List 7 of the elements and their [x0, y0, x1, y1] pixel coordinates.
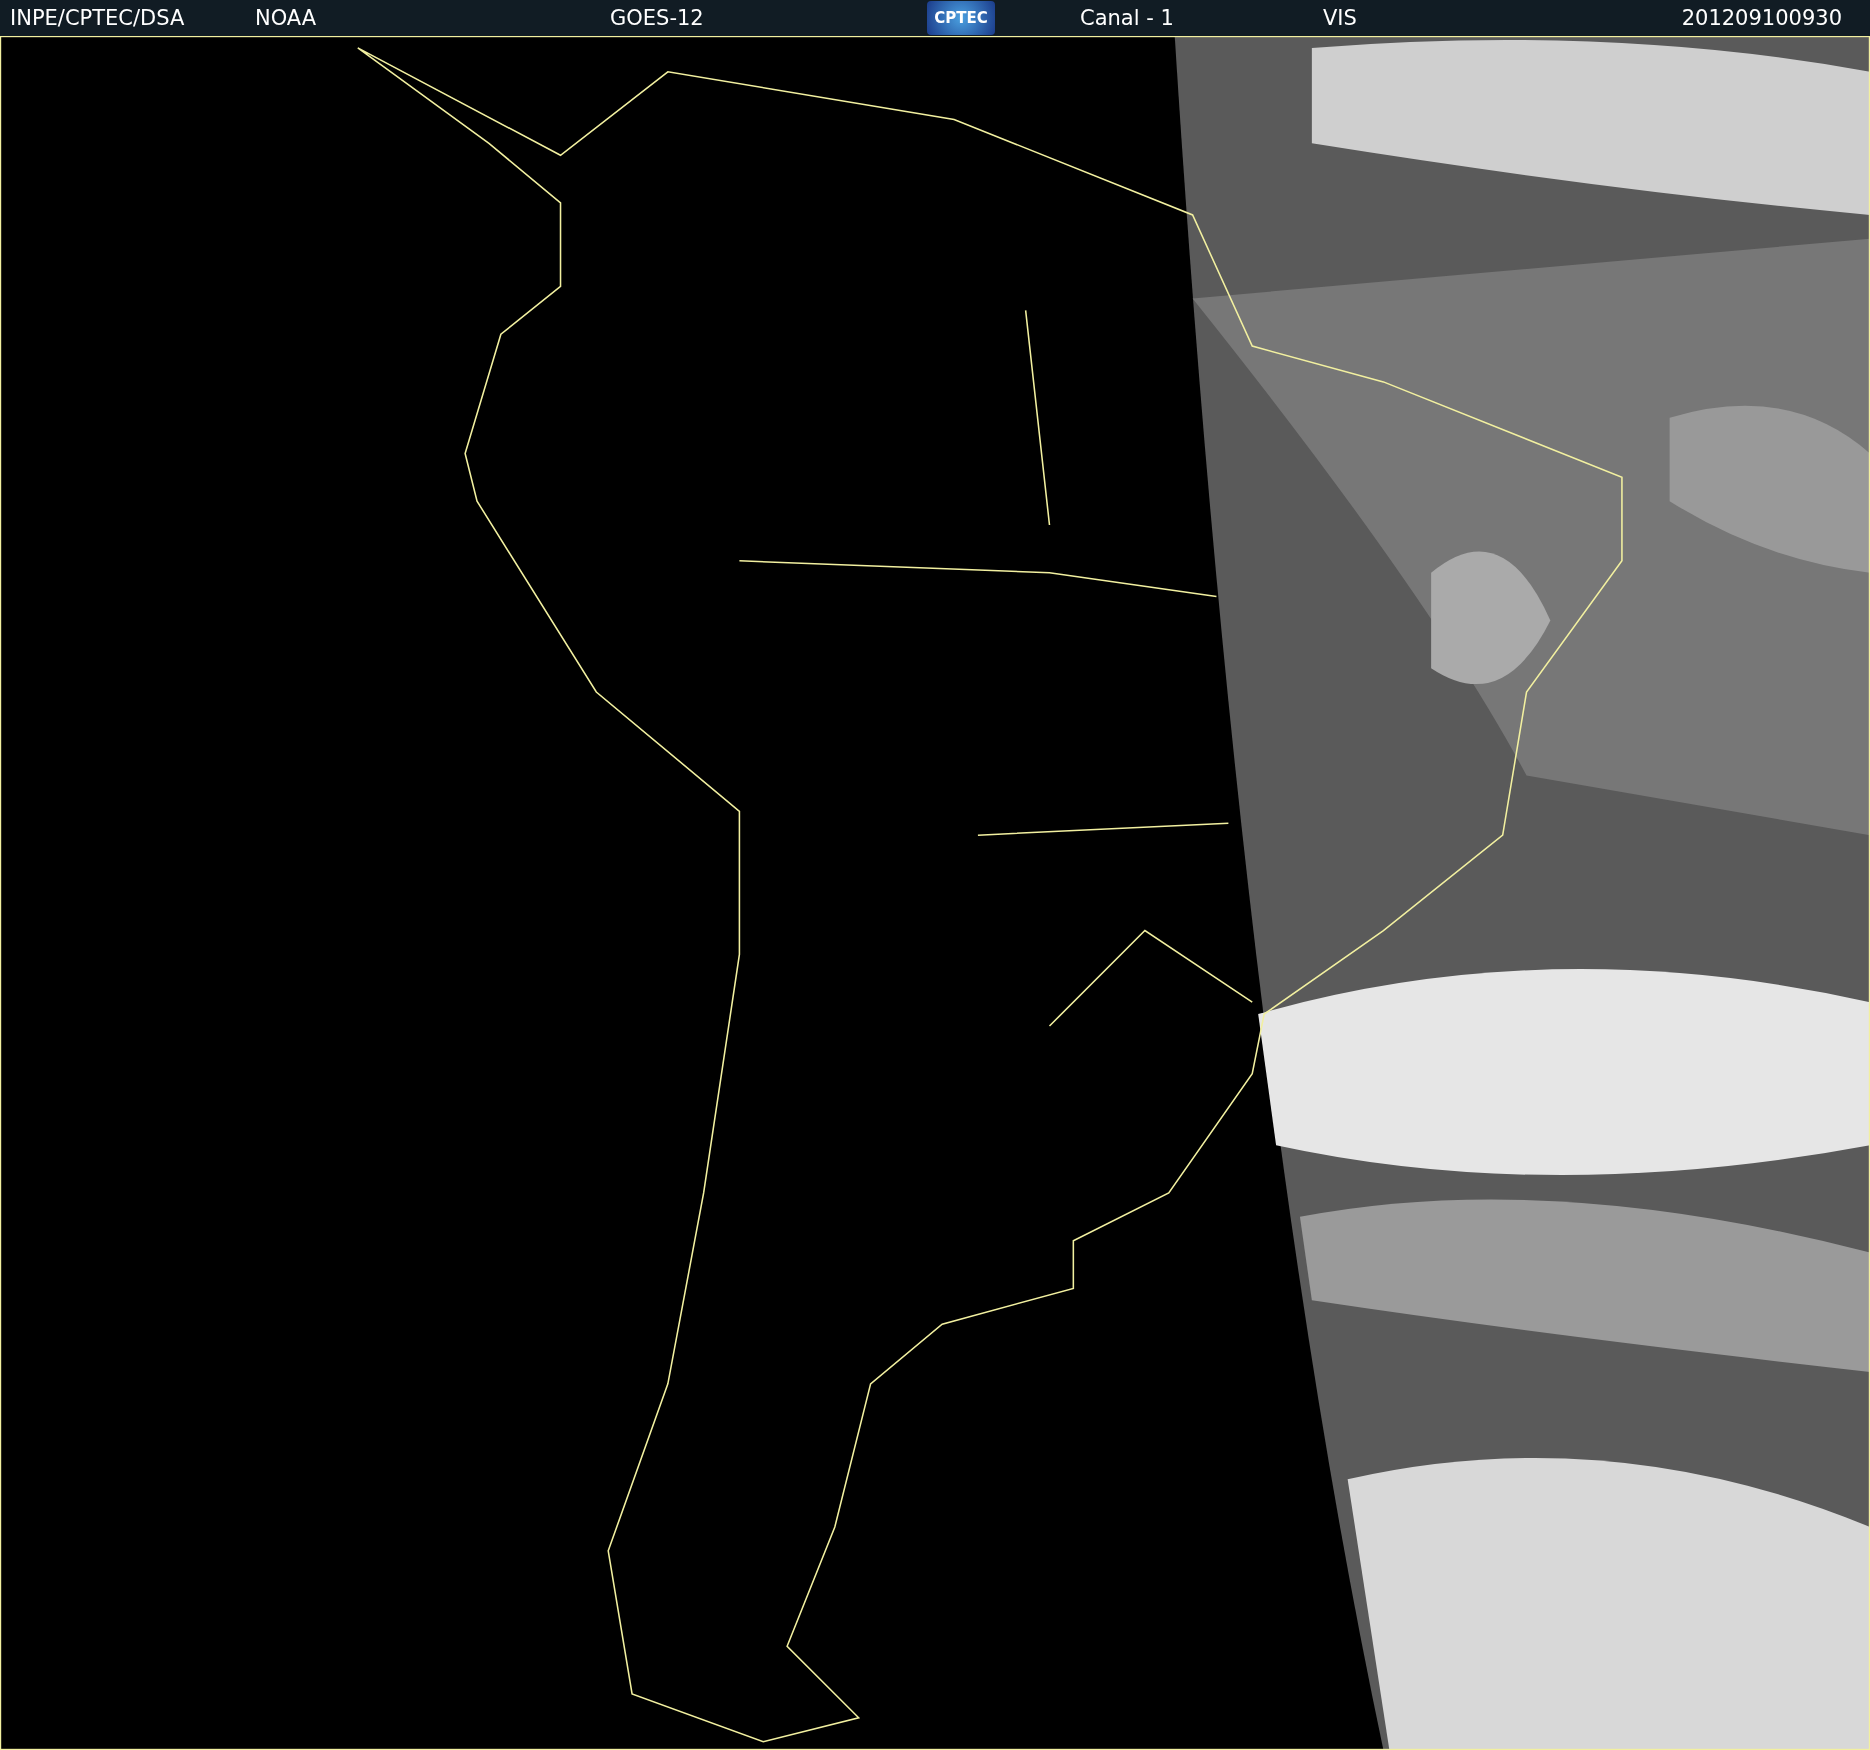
- satellite-label: GOES-12: [610, 6, 704, 30]
- channel-label: Canal - 1: [1079, 6, 1174, 30]
- logo: CPTEC: [927, 1, 995, 35]
- timestamp-label: 201209100930: [1681, 6, 1842, 30]
- band-label: VIS: [1323, 6, 1357, 30]
- agency-label: NOAA: [255, 6, 317, 30]
- source-label: INPE/CPTEC/DSA: [10, 6, 185, 30]
